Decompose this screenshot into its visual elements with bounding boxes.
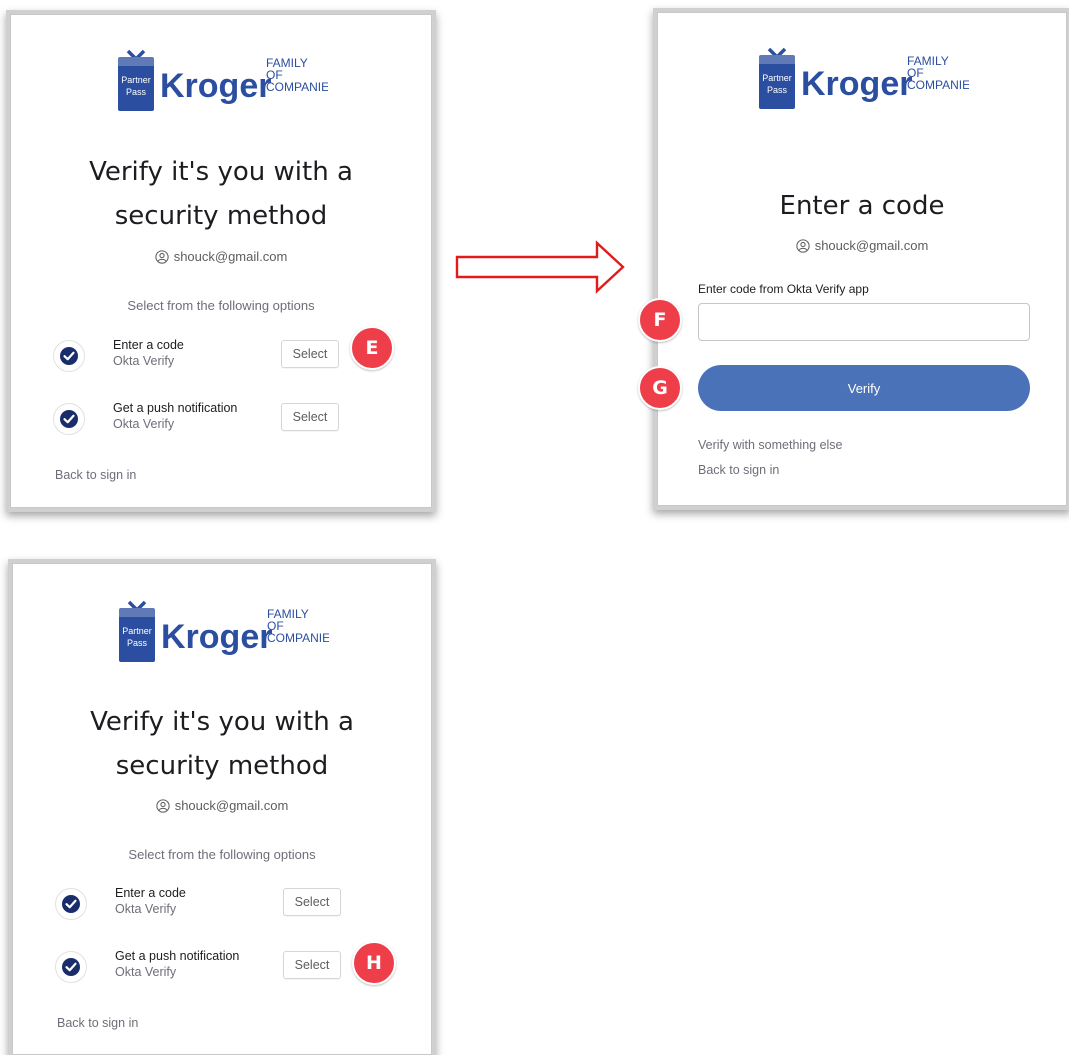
option-subtitle: Okta Verify — [113, 417, 175, 431]
option-title: Enter a code — [115, 886, 186, 900]
logo-badge-line2: Pass — [127, 638, 148, 648]
user-identity: shouck@gmail.com — [658, 238, 1066, 253]
verify-method-card-code: Partner Pass Kroger FAMILY OF COMPANIES … — [10, 14, 432, 508]
user-icon — [156, 798, 170, 813]
step-badge-f: F — [638, 298, 682, 342]
user-email: shouck@gmail.com — [814, 238, 929, 253]
back-to-sign-in-link[interactable]: Back to sign in — [698, 463, 779, 477]
okta-verify-icon — [53, 403, 85, 435]
verify-button[interactable]: Verify — [698, 365, 1030, 411]
logo-badge-line2: Pass — [767, 85, 788, 95]
option-push-notification: Get a push notification Okta Verify Sele… — [53, 401, 353, 441]
user-icon — [155, 249, 169, 264]
options-subtitle: Select from the following options — [127, 298, 315, 313]
option-subtitle: Okta Verify — [115, 965, 177, 979]
page-title-line1: Verify it's you with a — [90, 707, 354, 737]
options-subtitle: Select from the following options — [128, 847, 316, 862]
okta-verify-icon — [55, 888, 87, 920]
kroger-logo: Partner Pass Kroger FAMILY OF COMPANIES — [11, 45, 431, 111]
enter-code-card: Partner Pass Kroger FAMILY OF COMPANIES … — [638, 12, 1067, 506]
logo-badge-line1: Partner — [762, 73, 792, 83]
page-title-line1: Verify it's you with a — [89, 157, 353, 187]
verify-method-card-push: Partner Pass Kroger FAMILY OF COMPANIES … — [12, 563, 432, 1055]
kroger-logo: Partner Pass Kroger FAMILY OF COMPANIES — [13, 596, 431, 662]
option-title: Enter a code — [113, 338, 184, 352]
logo-wordmark: Kroger — [801, 65, 912, 103]
step-badge-g: G — [638, 366, 682, 410]
step-badge-e: E — [350, 326, 394, 370]
logo-tagline3: COMPANIES — [907, 78, 969, 92]
option-title: Get a push notification — [115, 949, 240, 963]
option-push-notification: Get a push notification Okta Verify Sele… — [55, 949, 355, 989]
logo-tagline3: COMPANIES — [266, 80, 328, 94]
logo-badge-line1: Partner — [122, 626, 152, 636]
option-enter-code: Enter a code Okta Verify Select — [53, 338, 353, 378]
arrow-right-icon — [455, 240, 625, 294]
logo-badge-line2: Pass — [126, 87, 147, 97]
page-title: Enter a code — [779, 191, 945, 221]
logo-tagline3: COMPANIES — [267, 631, 329, 645]
user-email: shouck@gmail.com — [173, 249, 288, 264]
page-title-line2: security method — [115, 751, 329, 781]
okta-verify-icon — [55, 951, 87, 983]
logo-wordmark: Kroger — [161, 618, 272, 656]
logo-wordmark: Kroger — [160, 67, 271, 105]
option-subtitle: Okta Verify — [113, 354, 175, 368]
select-push-button[interactable]: Select — [283, 951, 341, 979]
option-enter-code: Enter a code Okta Verify Select — [55, 886, 355, 926]
user-icon — [796, 238, 810, 253]
option-subtitle: Okta Verify — [115, 902, 177, 916]
option-title: Get a push notification — [113, 401, 238, 415]
kroger-logo-icon: Partner Pass Kroger FAMILY OF COMPANIES — [119, 600, 329, 662]
kroger-logo: Partner Pass Kroger FAMILY OF COMPANIES — [658, 43, 1066, 109]
user-identity: shouck@gmail.com — [13, 798, 431, 813]
step-badge-h: H — [352, 941, 396, 985]
select-enter-code-button[interactable]: Select — [281, 340, 339, 368]
back-to-sign-in-link[interactable]: Back to sign in — [55, 468, 136, 482]
user-email: shouck@gmail.com — [174, 798, 289, 813]
select-enter-code-button[interactable]: Select — [283, 888, 341, 916]
back-to-sign-in-link[interactable]: Back to sign in — [57, 1016, 138, 1030]
page-title-line2: security method — [114, 201, 328, 231]
kroger-logo-icon: Partner Pass Kroger FAMILY OF COMPANIES — [118, 49, 328, 111]
kroger-logo-icon: Partner Pass Kroger FAMILY OF COMPANIES — [759, 47, 969, 109]
select-push-button[interactable]: Select — [281, 403, 339, 431]
verify-something-else-link[interactable]: Verify with something else — [698, 438, 843, 452]
code-field-label: Enter code from Okta Verify app — [698, 282, 869, 296]
code-input[interactable] — [698, 303, 1030, 341]
user-identity: shouck@gmail.com — [11, 249, 431, 264]
okta-verify-icon — [53, 340, 85, 372]
logo-badge-line1: Partner — [121, 75, 151, 85]
